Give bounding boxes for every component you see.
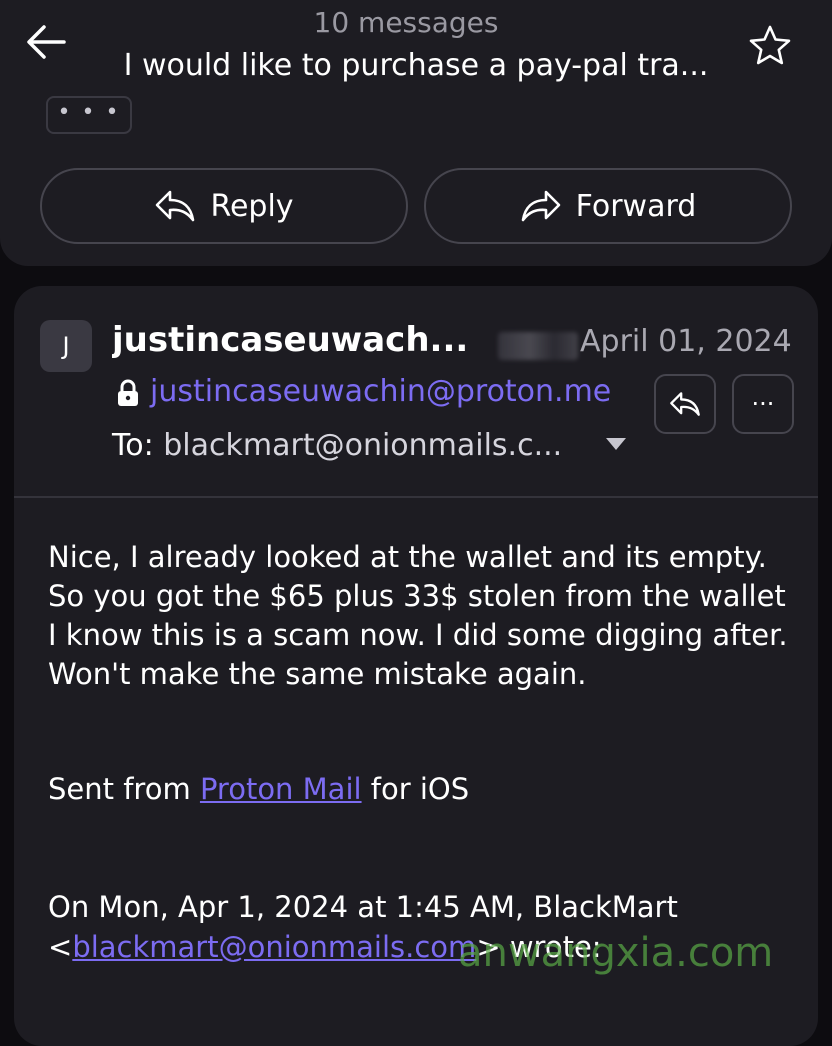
conversation-subject: I would like to purchase a pay-pal tra..…	[123, 48, 709, 83]
show-quoted-button[interactable]: • • •	[46, 96, 132, 134]
avatar[interactable]: J	[40, 320, 92, 372]
reply-label: Reply	[210, 188, 294, 224]
reply-icon	[670, 392, 700, 416]
more-icon: ···	[751, 390, 775, 418]
quote-header: On Mon, Apr 1, 2024 at 1:45 AM, BlackMar…	[48, 890, 678, 924]
forward-button[interactable]: Forward	[424, 168, 792, 244]
star-icon	[749, 25, 791, 65]
quick-reply-button[interactable]	[654, 374, 716, 434]
signature-suffix: for iOS	[361, 772, 470, 806]
recipient-address: blackmart@onionmails.c...	[163, 428, 563, 463]
signature-prefix: Sent from	[48, 772, 200, 806]
signature: Sent from Proton Mail for iOS	[48, 772, 469, 806]
to-label: To:	[112, 428, 154, 463]
reply-button[interactable]: Reply	[40, 168, 408, 244]
star-button[interactable]	[748, 24, 792, 66]
divider	[14, 496, 818, 498]
forward-label: Forward	[575, 188, 697, 224]
quote-open: <	[48, 930, 73, 964]
forward-icon	[521, 190, 560, 222]
message-date: April 01, 2024	[580, 324, 792, 359]
previous-message-card: • • • Reply Forward	[0, 88, 832, 266]
more-options-button[interactable]: ···	[732, 374, 794, 434]
message-body: Nice, I already looked at the wallet and…	[48, 540, 788, 691]
proton-mail-link[interactable]: Proton Mail	[200, 772, 362, 806]
sender-name[interactable]: justincaseuwach...	[112, 320, 482, 360]
message-count: 10 messages	[313, 6, 499, 39]
recipient-line[interactable]: To: blackmart@onionmails.c...	[112, 428, 562, 463]
quote-email-link[interactable]: blackmart@onionmails.com	[72, 930, 476, 964]
sender-email[interactable]: justincaseuwachin@proton.me	[150, 374, 611, 409]
watermark: anwangxia.com	[458, 930, 774, 976]
chevron-down-icon[interactable]	[604, 434, 628, 454]
conversation-header: 10 messages I would like to purchase a p…	[0, 0, 832, 88]
reply-icon	[156, 190, 195, 222]
lock-icon	[118, 379, 138, 406]
redacted-icons	[498, 332, 578, 360]
